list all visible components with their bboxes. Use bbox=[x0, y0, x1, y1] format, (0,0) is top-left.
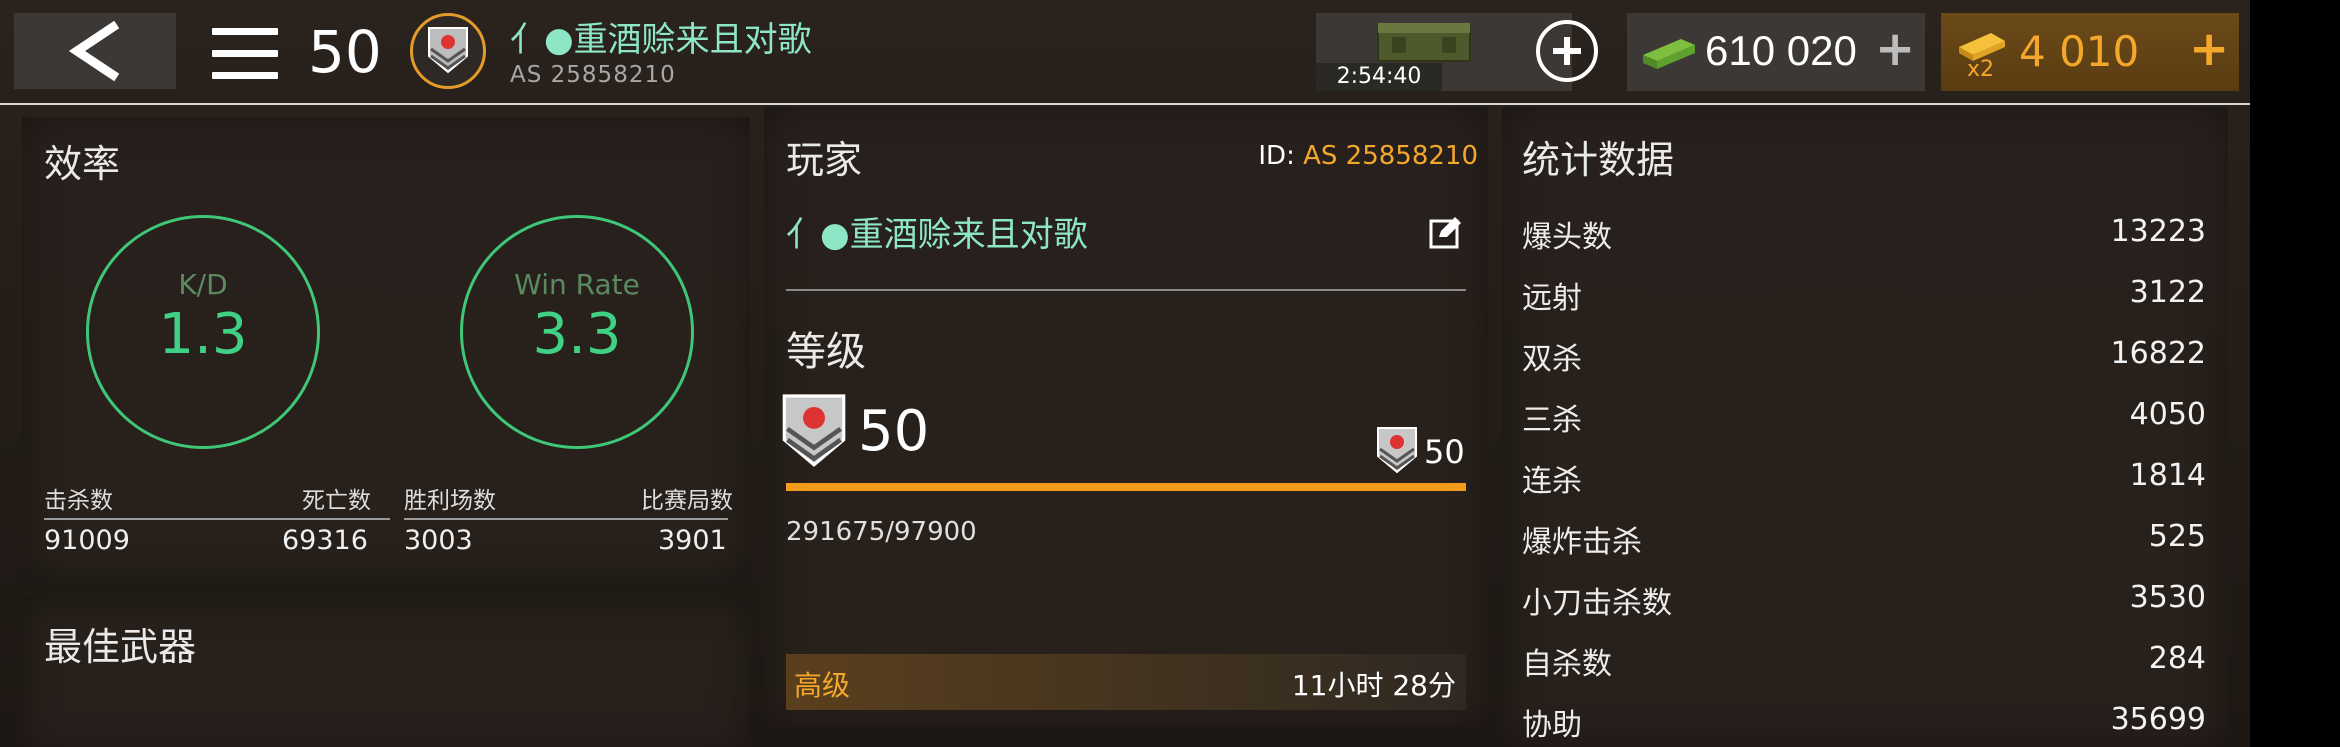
gold-currency[interactable]: x2 4 010 + bbox=[1941, 13, 2239, 91]
player-panel: 玩家 ID: AS 25858210 亻●重酒赊来且对歌 等级 50 50 29… bbox=[764, 107, 1488, 727]
stat-value: 13223 bbox=[2110, 214, 2206, 249]
stat-value: 4050 bbox=[2129, 397, 2206, 432]
add-cash-button[interactable]: + bbox=[1875, 21, 1915, 77]
player-id-number: 25858210 bbox=[550, 62, 676, 88]
stat-row: 小刀击杀数 3530 bbox=[1522, 578, 2206, 622]
stat-name: 协助 bbox=[1522, 708, 1582, 743]
stat-row: 连杀 1814 bbox=[1522, 456, 2206, 500]
stat-name: 爆头数 bbox=[1522, 220, 1612, 255]
winrate-value: 3.3 bbox=[532, 302, 622, 367]
rank-avatar[interactable] bbox=[410, 13, 486, 89]
next-rank-level: 50 bbox=[1424, 433, 1465, 471]
rank-insignia-icon bbox=[428, 27, 468, 74]
rank-insignia-large-icon bbox=[782, 394, 846, 467]
kd-value: 1.3 bbox=[158, 302, 248, 367]
next-rank-icon bbox=[1377, 427, 1417, 474]
player-name: 亻●重酒赊来且对歌 bbox=[510, 20, 812, 60]
add-gold-button[interactable]: + bbox=[2189, 21, 2229, 77]
cash-stack-icon bbox=[1643, 39, 1695, 69]
player-level: 50 bbox=[308, 18, 382, 86]
wins-divider bbox=[404, 518, 728, 520]
advanced-time: 11小时 28分 bbox=[1291, 669, 1456, 702]
cash-amount: 610 020 bbox=[1705, 27, 1857, 74]
cash-currency[interactable]: 610 020 + bbox=[1627, 13, 1925, 91]
stat-row: 双杀 16822 bbox=[1522, 334, 2206, 378]
best-weapon-title: 最佳武器 bbox=[44, 625, 197, 669]
winrate-ring: Win Rate 3.3 bbox=[460, 215, 694, 449]
stat-value: 35699 bbox=[2110, 702, 2206, 737]
topbar-divider bbox=[0, 103, 2250, 105]
stats-title: 统计数据 bbox=[1522, 138, 1675, 182]
wins-label: 胜利场数 bbox=[404, 488, 496, 514]
rank-level: 50 bbox=[858, 399, 930, 464]
menu-icon[interactable] bbox=[212, 28, 278, 80]
deaths-label: 死亡数 bbox=[302, 488, 371, 514]
top-bar: 50 亻●重酒赊来且对歌 AS 25858210 2:54:40 610 020… bbox=[0, 0, 2250, 105]
id-label: ID: bbox=[1258, 141, 1295, 171]
matches-label: 比赛局数 bbox=[641, 488, 733, 514]
crate-timer: 2:54:40 bbox=[1316, 63, 1442, 91]
matches-value: 3901 bbox=[658, 525, 727, 556]
stat-value: 3122 bbox=[2129, 275, 2206, 310]
stat-row: 远射 3122 bbox=[1522, 273, 2206, 317]
stat-name: 三杀 bbox=[1522, 403, 1582, 438]
best-weapon-panel[interactable]: 最佳武器 bbox=[22, 596, 750, 747]
kills-label: 击杀数 bbox=[44, 488, 113, 514]
gold-multiplier: x2 bbox=[1967, 57, 1995, 82]
kd-label: K/D bbox=[178, 268, 228, 301]
stat-row: 自杀数 284 bbox=[1522, 639, 2206, 683]
winrate-label: Win Rate bbox=[514, 268, 640, 301]
kd-ring: K/D 1.3 bbox=[86, 215, 320, 449]
back-arrow-icon bbox=[68, 21, 120, 81]
efficiency-title: 效率 bbox=[44, 142, 121, 186]
stat-value: 525 bbox=[2148, 519, 2206, 554]
player-title: 玩家 bbox=[786, 138, 863, 182]
stat-value: 284 bbox=[2148, 641, 2206, 676]
stat-name: 爆炸击杀 bbox=[1522, 525, 1642, 560]
stat-row: 爆炸击杀 525 bbox=[1522, 517, 2206, 561]
rank-progress-bar bbox=[786, 483, 1466, 491]
stat-value: 3530 bbox=[2129, 580, 2206, 615]
deaths-value: 69316 bbox=[282, 525, 368, 556]
profile-screen: 50 亻●重酒赊来且对歌 AS 25858210 2:54:40 610 020… bbox=[0, 0, 2250, 747]
id-value: AS 25858210 bbox=[1303, 141, 1478, 171]
add-crate-button[interactable] bbox=[1536, 20, 1598, 82]
crate-reward[interactable]: 2:54:40 bbox=[1316, 13, 1572, 91]
crate-icon bbox=[1377, 23, 1471, 62]
stat-name: 远射 bbox=[1522, 281, 1582, 316]
gold-amount: 4 010 bbox=[2019, 27, 2140, 76]
stat-row: 爆头数 13223 bbox=[1522, 212, 2206, 256]
stat-row: 三杀 4050 bbox=[1522, 395, 2206, 439]
player-name-panel: 亻●重酒赊来且对歌 bbox=[786, 215, 1088, 255]
efficiency-panel: 效率 K/D 1.3 Win Rate 3.3 击杀数 死亡数 91009 69… bbox=[22, 117, 750, 582]
rank-title: 等级 bbox=[786, 329, 866, 375]
player-id-line: ID: AS 25858210 bbox=[1258, 141, 1478, 171]
stat-name: 自杀数 bbox=[1522, 647, 1612, 682]
edit-name-icon[interactable] bbox=[1429, 215, 1463, 249]
wins-value: 3003 bbox=[404, 525, 473, 556]
stat-row: 协助 35699 bbox=[1522, 700, 2206, 744]
stat-name: 小刀击杀数 bbox=[1522, 586, 1672, 621]
rank-progress-fill bbox=[786, 483, 1466, 491]
player-divider bbox=[786, 289, 1466, 291]
kd-divider bbox=[44, 518, 390, 520]
advanced-pass-bar[interactable]: 高级 11小时 28分 bbox=[786, 654, 1466, 710]
stat-name: 双杀 bbox=[1522, 342, 1582, 377]
stat-name: 连杀 bbox=[1522, 464, 1582, 499]
kills-value: 91009 bbox=[44, 525, 130, 556]
back-button[interactable] bbox=[14, 13, 176, 89]
stat-value: 1814 bbox=[2129, 458, 2206, 493]
player-id: AS 25858210 bbox=[510, 62, 676, 88]
rank-xp: 291675/97900 bbox=[786, 517, 977, 547]
advanced-label: 高级 bbox=[794, 669, 851, 702]
stat-value: 16822 bbox=[2110, 336, 2206, 371]
